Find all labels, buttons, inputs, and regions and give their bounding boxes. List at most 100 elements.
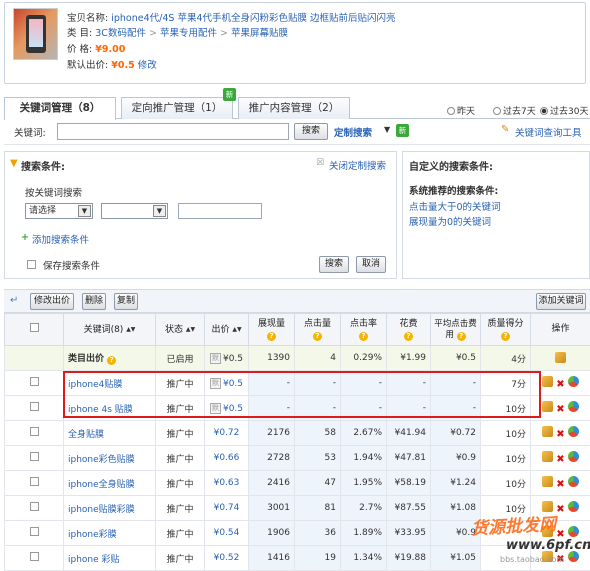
- row-checkbox[interactable]: [30, 402, 39, 411]
- delete-icon[interactable]: ✖: [555, 404, 566, 415]
- edit-icon[interactable]: [542, 376, 553, 387]
- bid-cell[interactable]: ¥0.54: [205, 521, 249, 546]
- bid-value[interactable]: ¥0.72: [214, 428, 240, 438]
- bid-cell[interactable]: ¥0.72: [205, 421, 249, 446]
- keyword-tool-link[interactable]: 关键词查询工具: [515, 125, 582, 139]
- report-pie-icon[interactable]: [568, 451, 579, 462]
- row-checkbox[interactable]: [30, 502, 39, 511]
- keyword-cell[interactable]: 全身贴膜: [64, 421, 156, 446]
- delete-icon[interactable]: ✖: [555, 479, 566, 490]
- row-checkbox[interactable]: [30, 427, 39, 436]
- report-pie-icon[interactable]: [568, 401, 579, 412]
- close-custom-search-link[interactable]: 关闭定制搜索: [329, 158, 386, 172]
- delete-icon[interactable]: ✖: [555, 379, 566, 390]
- keyword-link[interactable]: iphone 彩贴: [68, 555, 120, 565]
- modify-bid-button[interactable]: 修改出价: [30, 293, 74, 310]
- row-checkbox[interactable]: [30, 377, 39, 386]
- col-bid[interactable]: 出价 ▲▼: [205, 314, 249, 346]
- custom-search-dropdown-icon[interactable]: ▼: [384, 125, 390, 134]
- row-checkbox[interactable]: [30, 552, 39, 561]
- report-pie-icon[interactable]: [568, 426, 579, 437]
- modify-bid-link[interactable]: 修改: [138, 60, 157, 71]
- zero-impressions-link[interactable]: 展现量为0的关键词: [409, 214, 491, 228]
- report-pie-icon[interactable]: [568, 501, 579, 512]
- keyword-search-button[interactable]: 搜索: [294, 123, 328, 140]
- category-crumb-3[interactable]: 苹果屏幕贴膜: [231, 28, 288, 39]
- keyword-link[interactable]: 全身贴膜: [68, 430, 104, 440]
- edit-icon[interactable]: [542, 451, 553, 462]
- edit-icon[interactable]: [542, 476, 553, 487]
- bid-cell[interactable]: ¥0.74: [205, 496, 249, 521]
- delete-button[interactable]: 删除: [82, 293, 106, 310]
- product-price: ¥9.00: [95, 44, 125, 55]
- bid-value[interactable]: ¥0.63: [214, 478, 240, 488]
- keyword-cell[interactable]: iphone彩膜: [64, 521, 156, 546]
- keyword-search-input[interactable]: [57, 123, 289, 140]
- col-keyword[interactable]: 关键词(8) ▲▼: [64, 314, 156, 346]
- help-icon[interactable]: ?: [107, 356, 116, 365]
- help-icon[interactable]: ?: [267, 332, 276, 341]
- keyword-cell[interactable]: iphone贴膜彩膜: [64, 496, 156, 521]
- report-pie-icon[interactable]: [568, 476, 579, 487]
- delete-icon[interactable]: ✖: [555, 454, 566, 465]
- col-avg-cpc[interactable]: 平均点击费用 ?: [431, 314, 481, 346]
- help-icon[interactable]: ?: [404, 332, 413, 341]
- custom-search-link[interactable]: 定制搜索: [334, 125, 372, 139]
- product-thumbnail[interactable]: [13, 8, 58, 60]
- conditions-cancel-button[interactable]: 取消: [356, 256, 386, 273]
- conditions-search-button[interactable]: 搜索: [319, 256, 349, 273]
- col-clicks[interactable]: 点击量?: [295, 314, 341, 346]
- add-condition-link[interactable]: 添加搜索条件: [32, 232, 89, 246]
- bid-value[interactable]: ¥0.54: [214, 528, 240, 538]
- keyword-link[interactable]: iphone彩膜: [68, 530, 117, 540]
- bid-cell[interactable]: ¥0.63: [205, 471, 249, 496]
- select-all-checkbox[interactable]: [30, 323, 39, 332]
- bid-value[interactable]: ¥0.74: [214, 503, 240, 513]
- bid-value[interactable]: ¥0.52: [214, 553, 240, 563]
- keyword-cell[interactable]: iphone彩色贴膜: [64, 446, 156, 471]
- close-box-icon[interactable]: ☒: [316, 158, 324, 168]
- col-impressions[interactable]: 展现量?: [249, 314, 295, 346]
- delete-icon[interactable]: ✖: [555, 429, 566, 440]
- tab-content-management[interactable]: 推广内容管理（2）: [238, 97, 350, 119]
- keyword-link[interactable]: iphone彩色贴膜: [68, 455, 135, 465]
- condition-field-select[interactable]: 请选择▼: [25, 203, 93, 219]
- help-icon[interactable]: ?: [313, 332, 322, 341]
- save-conditions-checkbox[interactable]: [27, 260, 36, 269]
- category-bid[interactable]: 默¥0.5: [205, 346, 249, 371]
- radio-yesterday[interactable]: 昨天: [447, 104, 475, 117]
- copy-button[interactable]: 复制: [114, 293, 138, 310]
- help-icon[interactable]: ?: [457, 332, 466, 341]
- category-crumb-2[interactable]: 苹果专用配件: [160, 28, 217, 39]
- report-pie-icon[interactable]: [568, 526, 579, 537]
- condition-value-input[interactable]: [178, 203, 262, 219]
- row-checkbox[interactable]: [30, 452, 39, 461]
- radio-past-7-days[interactable]: 过去7天: [493, 104, 536, 117]
- report-pie-icon[interactable]: [568, 376, 579, 387]
- col-quality-score[interactable]: 质量得分?: [481, 314, 531, 346]
- keyword-cell[interactable]: iphone全身贴膜: [64, 471, 156, 496]
- add-keyword-button[interactable]: 添加关键词: [536, 293, 586, 310]
- tab-targeting-management[interactable]: 定向推广管理（1）: [121, 97, 233, 119]
- condition-operator-select[interactable]: ▼: [101, 203, 168, 219]
- col-status[interactable]: 状态 ▲▼: [156, 314, 205, 346]
- row-checkbox[interactable]: [30, 527, 39, 536]
- tab-keyword-management[interactable]: 关键词管理（8）: [4, 97, 116, 120]
- clicks-gt-zero-link[interactable]: 点击量大于0的关键词: [409, 199, 501, 213]
- delete-icon[interactable]: ✖: [555, 504, 566, 515]
- row-checkbox[interactable]: [30, 477, 39, 486]
- radio-past-30-days[interactable]: 过去30天: [540, 104, 588, 117]
- help-icon[interactable]: ?: [359, 332, 368, 341]
- category-crumb-1[interactable]: 3C数码配件: [95, 28, 146, 39]
- bid-value[interactable]: ¥0.66: [214, 453, 240, 463]
- col-cost[interactable]: 花费?: [387, 314, 431, 346]
- edit-icon[interactable]: [542, 401, 553, 412]
- help-icon[interactable]: ?: [501, 332, 510, 341]
- edit-icon[interactable]: [542, 426, 553, 437]
- edit-icon[interactable]: [555, 352, 566, 363]
- col-ctr[interactable]: 点击率?: [341, 314, 387, 346]
- bid-cell[interactable]: ¥0.66: [205, 446, 249, 471]
- product-name-link[interactable]: iphone4代/4S 苹果4代手机全身闪粉彩色贴膜 边框贴前后贴闪闪亮: [111, 13, 395, 24]
- keyword-link[interactable]: iphone全身贴膜: [68, 480, 135, 490]
- keyword-link[interactable]: iphone贴膜彩膜: [68, 505, 135, 515]
